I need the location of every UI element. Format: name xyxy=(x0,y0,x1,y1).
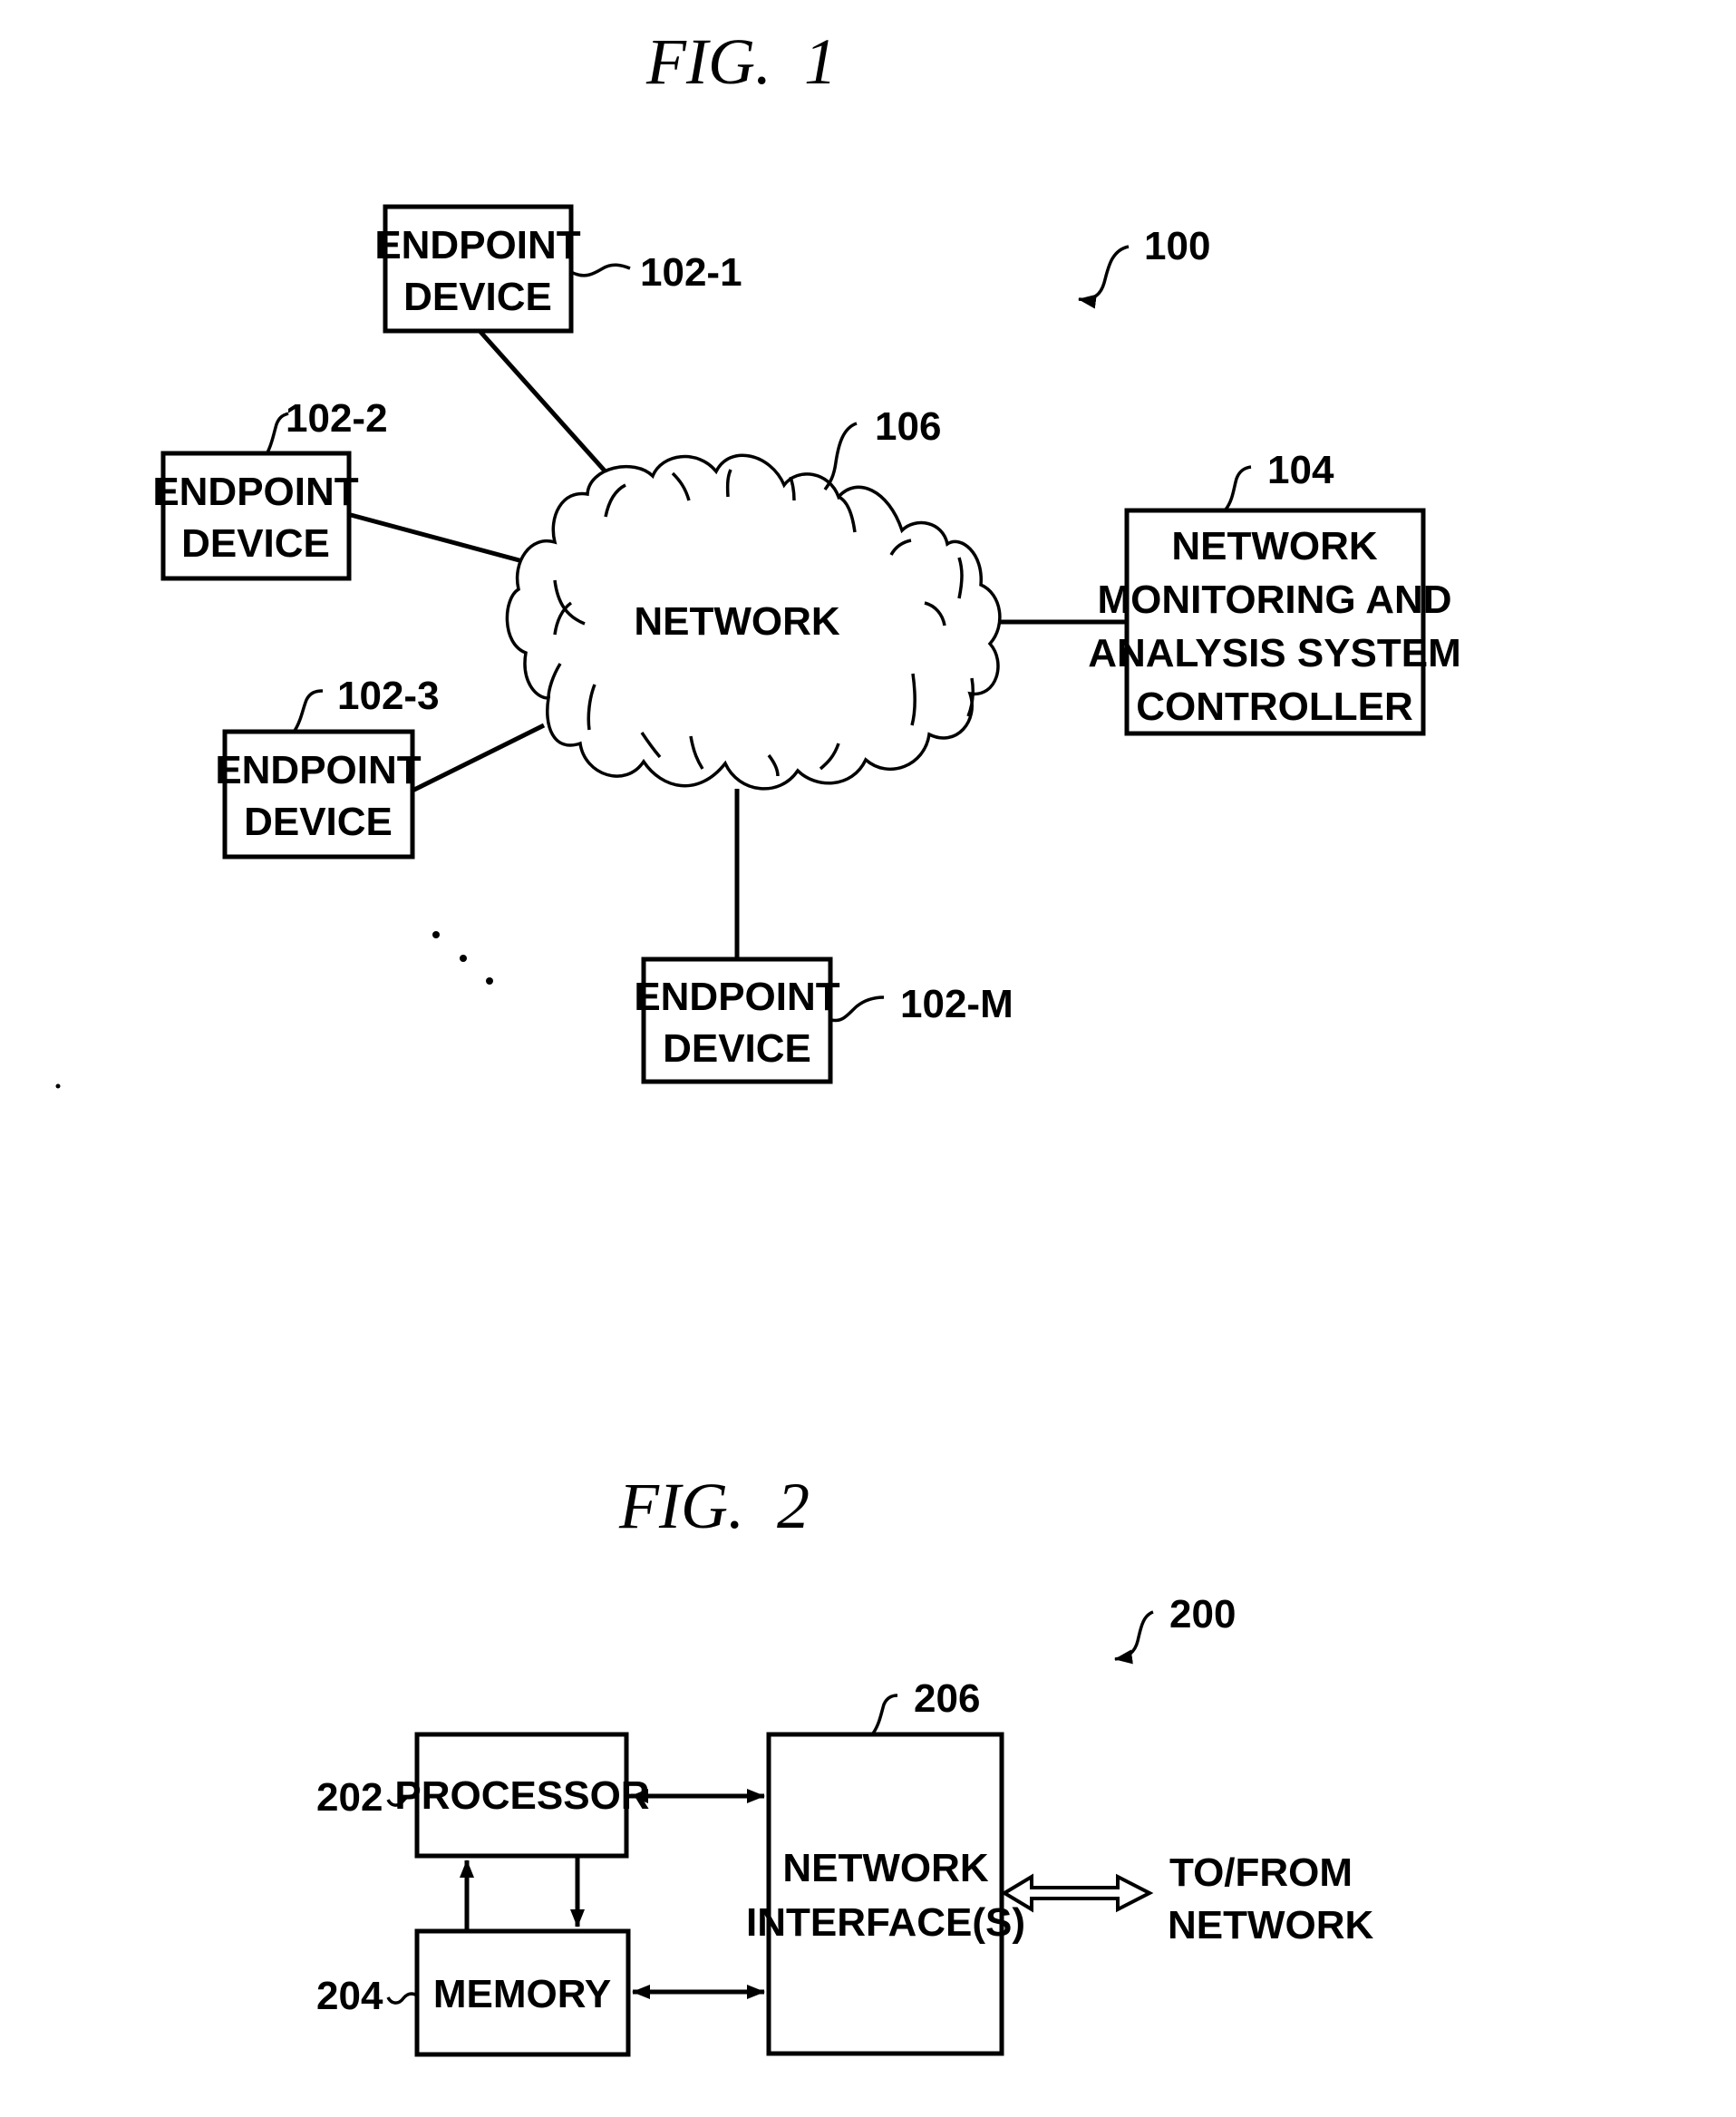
endpoint-label-line1: ENDPOINT xyxy=(215,748,421,792)
leader-arrow-icon xyxy=(1114,1610,1154,1665)
endpoint-label-line1: ENDPOINT xyxy=(152,470,358,514)
leader-arrow-icon xyxy=(1078,245,1130,309)
network-ref-label: 106 xyxy=(875,404,941,449)
figure-2: FIG. 2 200 PROCESSOR 202 MEMORY 204 NETW… xyxy=(316,1470,1374,2057)
ref-leader-icon xyxy=(823,422,858,491)
endpoint-label-line2: DEVICE xyxy=(244,800,393,844)
endpoint-ref-label: 102-M xyxy=(900,982,1013,1026)
network-interface-box xyxy=(766,1732,1004,2056)
network-label: NETWORK xyxy=(634,599,840,644)
endpoint-ref-label: 102-3 xyxy=(337,674,440,718)
network-interface-ref-label: 206 xyxy=(914,1676,980,1721)
endpoint-device-102-2: ENDPOINT DEVICE 102-2 xyxy=(152,396,388,581)
stray-mark xyxy=(55,1083,61,1089)
endpoint-label-line1: ENDPOINT xyxy=(634,975,839,1019)
fig2-title: FIG. 2 xyxy=(618,1470,810,1542)
system-200-reference: 200 xyxy=(1114,1592,1236,1665)
network-interface-206: NETWORK INTERFACE(S) 206 xyxy=(746,1676,1025,2056)
ref-leader-icon xyxy=(871,1694,898,1735)
ref-leader-icon xyxy=(386,1992,418,2005)
system-ref-label: 200 xyxy=(1169,1592,1236,1636)
endpoint-label-line2: DEVICE xyxy=(663,1026,811,1071)
ref-leader-icon xyxy=(293,689,324,732)
processor-ref-label: 202 xyxy=(316,1775,383,1820)
link-102-3-network xyxy=(411,723,546,793)
link-102-1-network xyxy=(479,330,627,496)
controller-ref-label: 104 xyxy=(1267,448,1334,492)
ellipsis-dot xyxy=(486,977,493,985)
endpoint-ref-label: 102-2 xyxy=(286,396,388,441)
system-100-reference: 100 xyxy=(1078,224,1210,309)
monitoring-controller-104: NETWORK MONITORING AND ANALYSIS SYSTEM C… xyxy=(1088,448,1461,736)
endpoint-device-102-3: ENDPOINT DEVICE 102-3 xyxy=(215,674,440,859)
controller-label-line4: CONTROLLER xyxy=(1136,685,1413,729)
to-from-network-double-arrow-icon xyxy=(1001,1873,1154,1913)
endpoint-device-102-M: ENDPOINT DEVICE 102-M xyxy=(634,957,1013,1084)
memory-204: MEMORY 204 xyxy=(316,1928,631,2057)
endpoint-label-line2: DEVICE xyxy=(181,521,330,566)
network-cloud: NETWORK 106 xyxy=(505,404,1002,791)
figure-1: FIG. 1 100 NETWORK 106 ENDPOINT DEVICE 1… xyxy=(55,25,1461,1089)
endpoint-device-102-1: ENDPOINT DEVICE 102-1 xyxy=(374,204,742,334)
system-ref-label: 100 xyxy=(1144,224,1210,268)
controller-label-line3: ANALYSIS SYSTEM xyxy=(1088,631,1461,675)
controller-label-line2: MONITORING AND xyxy=(1097,578,1451,622)
external-label-line1: TO/FROM xyxy=(1169,1850,1353,1895)
controller-label-line1: NETWORK xyxy=(1171,524,1378,568)
external-label-line2: NETWORK xyxy=(1168,1903,1374,1947)
endpoint-label-line2: DEVICE xyxy=(403,275,552,319)
fig1-title: FIG. 1 xyxy=(645,25,837,98)
ref-leader-icon xyxy=(1224,465,1252,511)
patent-drawing-sheet: FIG. 1 100 NETWORK 106 ENDPOINT DEVICE 1… xyxy=(55,25,1461,2057)
memory-label: MEMORY xyxy=(433,1972,611,2016)
processor-label: PROCESSOR xyxy=(394,1773,649,1818)
endpoint-label-line1: ENDPOINT xyxy=(374,223,580,267)
ellipsis-dot xyxy=(432,931,440,938)
endpoint-ref-label: 102-1 xyxy=(640,250,742,295)
more-endpoints-ellipsis-icon xyxy=(55,931,493,1089)
processor-202: PROCESSOR 202 xyxy=(316,1732,650,1859)
network-interface-label-line1: NETWORK xyxy=(782,1846,989,1890)
ellipsis-dot xyxy=(460,955,467,962)
memory-ref-label: 204 xyxy=(316,1974,383,2018)
network-interface-label-line2: INTERFACE(S) xyxy=(746,1900,1025,1945)
